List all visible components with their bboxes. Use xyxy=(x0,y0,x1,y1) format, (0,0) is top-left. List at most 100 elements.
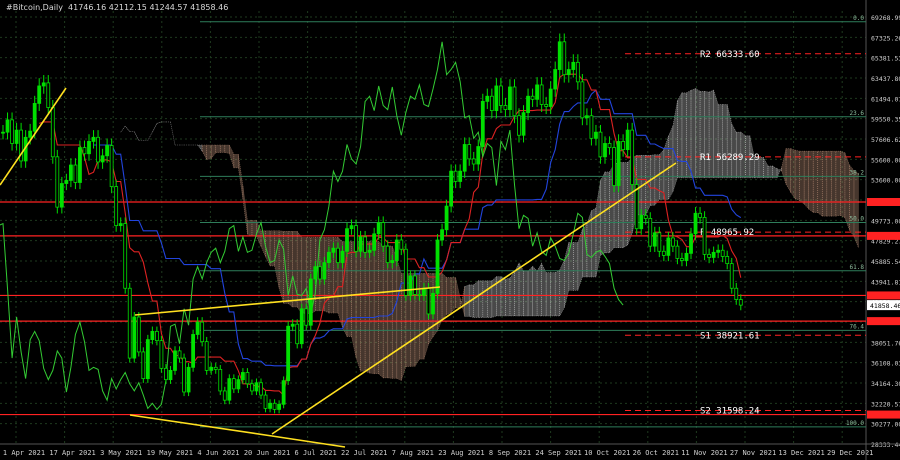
candle-body xyxy=(331,247,336,253)
candle-body xyxy=(390,260,395,263)
candle-body xyxy=(177,350,182,359)
candle-body xyxy=(358,236,363,252)
candle-body xyxy=(32,103,37,132)
candle-body xyxy=(245,372,250,385)
y-axis-tick-label: 32220.57 xyxy=(871,400,900,408)
ichimoku-cloud-segment xyxy=(695,87,701,179)
candle-body xyxy=(489,95,494,112)
price-marker-badge xyxy=(867,317,900,326)
ichimoku-cloud-segment xyxy=(654,154,660,206)
ichimoku-cloud-segment xyxy=(387,245,393,379)
candle-body xyxy=(517,115,521,136)
price-marker-badge xyxy=(867,291,900,300)
pivot-level-label: R1 56289.29 xyxy=(700,153,760,163)
candle-body xyxy=(471,158,476,165)
candle-body xyxy=(46,82,51,108)
candle-body xyxy=(575,61,580,83)
ichimoku-cloud-segment xyxy=(573,242,579,291)
candle-body xyxy=(367,249,372,253)
ichimoku-cloud-segment xyxy=(563,242,570,308)
candle-body xyxy=(508,86,512,110)
candle-body xyxy=(675,245,680,259)
ichimoku-cloud-segment xyxy=(668,125,674,201)
x-axis-tick-label: 6 Jul 2021 xyxy=(295,449,337,457)
ichimoku-cloud-segment xyxy=(296,230,303,315)
candle-body xyxy=(417,294,422,296)
y-axis-tick-label: 38051.76 xyxy=(871,339,900,347)
ichimoku-cloud-segment xyxy=(124,125,130,132)
candle-body xyxy=(317,266,322,280)
candle-body xyxy=(96,136,100,163)
ichimoku-cloud-segment xyxy=(840,150,846,219)
candle-body xyxy=(612,147,616,186)
candle-body xyxy=(109,145,114,187)
candle-body xyxy=(666,237,671,256)
pivot-level-label: R2 66333.60 xyxy=(700,50,760,60)
candle-body xyxy=(521,112,526,136)
ichimoku-cloud-segment xyxy=(233,153,239,169)
chart-canvas[interactable]: 1 Apr 2021 17 Apr 2021 3 May 2021 19 May 20… xyxy=(0,0,900,460)
candle-body xyxy=(73,164,78,183)
ichimoku-cloud-segment xyxy=(152,123,158,133)
ichimoku-cloud-segment xyxy=(505,277,511,317)
ichimoku-cloud-segment xyxy=(799,150,805,205)
candle-body xyxy=(412,275,417,295)
ichimoku-cloud-segment xyxy=(686,89,692,179)
y-axis-tick-label: 28333.44 xyxy=(871,441,900,449)
chart-window[interactable]: 1 Apr 2021 17 Apr 2021 3 May 2021 19 May 20… xyxy=(0,0,900,460)
ichimoku-cloud-segment xyxy=(595,180,601,278)
candle-body xyxy=(28,130,33,138)
fibonacci-level-label: 38.2 xyxy=(850,169,865,176)
candle-body xyxy=(680,258,684,261)
candle-body xyxy=(118,223,123,227)
candle-body xyxy=(426,287,431,315)
candle-body xyxy=(236,379,241,390)
ichimoku-cloud-segment xyxy=(826,150,832,217)
y-axis-tick-label: 53600.00 xyxy=(871,177,900,185)
candle-body xyxy=(254,382,259,392)
price-marker-badge xyxy=(867,410,900,419)
candle-body xyxy=(299,308,304,345)
candle-body xyxy=(295,323,300,345)
ichimoku-cloud-segment xyxy=(419,273,425,360)
fibonacci-level-label: 23.6 xyxy=(850,110,865,117)
ichimoku-cloud-segment xyxy=(545,272,551,317)
candle-body xyxy=(381,222,386,247)
ichimoku-cloud-segment xyxy=(523,270,529,317)
candle-body xyxy=(580,81,585,119)
x-axis-tick-label: 17 Apr 2021 xyxy=(49,449,95,457)
ichimoku-cloud-segment xyxy=(763,157,769,179)
candle-body xyxy=(652,232,657,247)
y-axis-tick-label: 34164.30 xyxy=(871,380,900,388)
x-axis-tick-label: 8 Sep 2021 xyxy=(489,449,531,457)
candle-body xyxy=(720,249,725,257)
candle-body xyxy=(326,251,331,263)
ichimoku-cloud-segment xyxy=(170,121,176,146)
price-marker-badge xyxy=(867,197,900,206)
x-axis-tick-label: 19 May 2021 xyxy=(147,449,193,457)
trendline xyxy=(129,414,273,437)
candle-body xyxy=(598,131,603,158)
candle-body xyxy=(440,229,444,241)
ichimoku-cloud-segment xyxy=(301,237,307,314)
candle-body xyxy=(616,141,621,186)
ichimoku-cloud-segment xyxy=(532,265,538,317)
ichimoku-cloud-segment xyxy=(464,284,470,317)
candle-body xyxy=(114,186,119,227)
candle-body xyxy=(458,170,463,182)
candle-body xyxy=(50,107,55,158)
candle-body xyxy=(643,214,648,219)
ichimoku-cloud-segment xyxy=(455,277,461,309)
candle-body xyxy=(336,247,340,263)
candle-body xyxy=(535,84,540,100)
y-axis-tick-label: 36108.03 xyxy=(871,360,900,368)
candle-body xyxy=(136,316,141,353)
ichimoku-cloud-segment xyxy=(378,240,384,379)
candle-body xyxy=(277,403,282,410)
candle-body xyxy=(376,222,381,235)
y-axis-tick-label: 49773.00 xyxy=(871,217,900,225)
candle-body xyxy=(186,366,191,393)
x-axis-tick-label: 1 Apr 2021 xyxy=(3,449,45,457)
x-axis-tick-label: 3 May 2021 xyxy=(100,449,142,457)
ichimoku-cloud-segment xyxy=(681,92,687,179)
